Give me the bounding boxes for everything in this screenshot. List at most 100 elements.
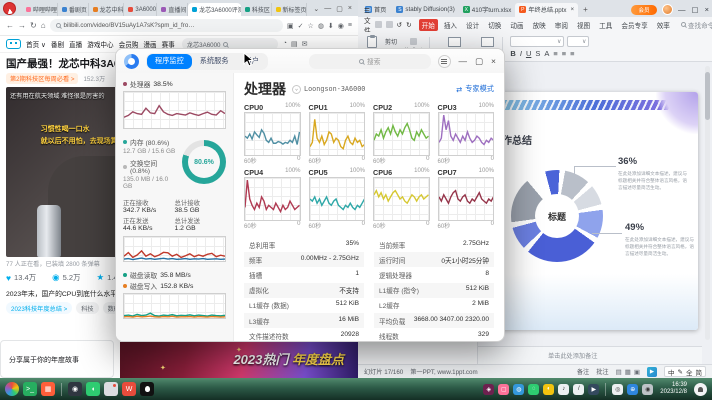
sidebar-network-block[interactable]: 正在接收342.7 KB/s总计接收38.5 GB正在发送44.6 KB/s总计… <box>123 198 226 234</box>
home-icon[interactable]: ⌂ <box>41 21 46 30</box>
browser-tab[interactable]: 新标签页 <box>272 3 308 16</box>
monitor-tab-0[interactable]: 程序监控 <box>147 54 192 69</box>
ribbon-tab-9[interactable]: 会员专享 <box>618 19 650 31</box>
toolbar-icon[interactable]: ≡ <box>348 22 352 30</box>
tag-item[interactable]: 科技 <box>76 302 98 314</box>
browser-tray-icon[interactable]: ◍ <box>513 384 524 395</box>
camera-app-icon[interactable]: ◉ <box>68 382 82 396</box>
redo-icon[interactable]: ↻ <box>406 21 412 29</box>
sidebar-disk-read[interactable]: 磁盘读取 35.8 MB/s <box>123 270 226 280</box>
save-icon[interactable] <box>375 21 382 28</box>
notes-pane[interactable]: 单击此处添加备注 <box>478 346 702 364</box>
energy-tray-icon[interactable]: ◐ <box>543 384 554 395</box>
maximize-button[interactable]: ▢ <box>475 56 483 67</box>
wps-icon[interactable]: W <box>122 382 136 396</box>
format-s-button[interactable]: S <box>535 49 540 58</box>
ribbon-tab-8[interactable]: 工具 <box>596 19 615 31</box>
wechat-icon[interactable]: ◖ <box>86 382 100 396</box>
notification-bell-icon[interactable] <box>694 383 707 396</box>
maximize-button[interactable]: ▢ <box>336 5 343 13</box>
header-icon[interactable]: ✉ <box>302 40 308 48</box>
ribbon-tab-3[interactable]: 切换 <box>485 19 504 31</box>
sidebar-cpu-row[interactable]: 处理器 38.5% <box>123 79 226 89</box>
toolbar-icon[interactable]: ⬇ <box>328 22 334 30</box>
address-bar[interactable]: bilibili.com/video/BV15uAy1A7sK?spm_id_f… <box>50 19 283 32</box>
ribbon-tab-7[interactable]: 视图 <box>574 19 593 31</box>
maximize-button[interactable]: ▢ <box>692 5 699 14</box>
browser-tab[interactable]: 番剧页 <box>58 3 89 16</box>
header-icon[interactable]: ◔ <box>283 40 287 48</box>
wps-doc-tab[interactable]: P年终总结.pptx× <box>515 3 578 17</box>
browser-tab[interactable]: 科技区 <box>241 3 272 16</box>
reload-icon[interactable]: ↻ <box>30 21 37 30</box>
bilibili-nav-item[interactable]: 番剧 <box>51 39 64 49</box>
bilibili-tray-icon[interactable]: ▢ <box>498 384 509 395</box>
ribbon-tab-5[interactable]: 放映 <box>530 19 549 31</box>
forward-icon[interactable]: → <box>18 21 26 30</box>
browser-tab[interactable]: 哔哩哔哩 <box>22 3 58 16</box>
wps-doc-tab[interactable]: Sstably Diffusion(3) <box>392 3 458 17</box>
minimize-button[interactable]: — <box>678 5 686 14</box>
linux-tux-icon[interactable] <box>140 382 154 396</box>
magnifier-tray-icon[interactable]: ◎ <box>612 384 623 395</box>
taskbar-clock[interactable]: 16:39 2023/12/8 <box>660 382 687 397</box>
align-button[interactable]: ≡ <box>553 49 557 58</box>
scrollbar-thumb[interactable] <box>705 72 710 120</box>
like-button[interactable]: ♥13.4万 <box>6 272 36 283</box>
launcher-icon[interactable] <box>5 382 19 396</box>
format-a-button[interactable]: A <box>544 49 549 58</box>
wechat-tray-icon[interactable]: ◌ <box>528 384 539 395</box>
ribbon-tab-10[interactable]: 效率 <box>654 19 673 31</box>
view-mode-icon[interactable]: ▦ <box>625 368 631 376</box>
menu-icon[interactable] <box>438 55 451 68</box>
cpu-model-chip[interactable]: ⌄ Loongson-3A6000 <box>292 85 365 94</box>
browser-tab[interactable]: 直播间 <box>157 3 188 16</box>
input-method-bar[interactable]: 中✎全简 <box>664 366 706 377</box>
toolbar-icon[interactable]: ▣ <box>287 22 294 30</box>
ribbon-tab-0[interactable]: 开始 <box>419 19 438 31</box>
back-icon[interactable]: ← <box>6 21 14 30</box>
screen-recorder-icon[interactable] <box>104 382 118 396</box>
bilibili-nav-item[interactable]: 游戏中心 <box>87 39 113 49</box>
expert-mode-toggle[interactable]: ⇄ 专家模式 <box>456 84 494 94</box>
site-info-icon[interactable] <box>56 23 61 28</box>
notes-toggle[interactable]: 备注 <box>577 367 589 376</box>
font-size-select[interactable]: ∨ <box>567 36 589 47</box>
ribbon-tab-6[interactable]: 审阅 <box>552 19 571 31</box>
slide[interactable]: 工作总结 标题 36% 在此处添加详细文本描述，建议与标题相关并符合整体语言风格… <box>488 92 698 330</box>
format-u-button[interactable]: U <box>526 49 531 58</box>
align-button[interactable]: ≡ <box>562 49 566 58</box>
avatar[interactable] <box>662 4 673 15</box>
new-document-tab-button[interactable]: + <box>580 5 591 14</box>
volume-tray-icon[interactable]: ♪ <box>558 384 569 395</box>
wps-doc-tab[interactable]: X410字turn.xlsx <box>459 3 516 17</box>
close-button[interactable]: × <box>348 5 352 13</box>
close-button[interactable]: × <box>491 56 496 67</box>
browser-tab[interactable]: 龙芯中科 <box>89 3 125 16</box>
browser-logo-icon[interactable] <box>3 2 16 15</box>
pen-tray-icon[interactable]: / <box>573 384 584 395</box>
tag-activity[interactable]: 2023科技年度总结 > <box>6 302 72 314</box>
bilibili-logo-icon[interactable] <box>6 39 21 49</box>
bilibili-nav-item[interactable]: 直播 <box>69 39 82 49</box>
comments-toggle[interactable]: 批注 <box>596 367 608 376</box>
toolbar-icon[interactable]: ✓ <box>298 22 304 30</box>
coin-button[interactable]: ◉5.2万 <box>52 272 80 283</box>
sidebar-disk-write[interactable]: 磁盘写入 152.8 KB/s <box>123 281 226 291</box>
format-b-button[interactable]: B <box>510 49 515 58</box>
print-icon[interactable] <box>386 21 393 28</box>
close-button[interactable]: × <box>705 5 709 14</box>
ribbon-tab-1[interactable]: 插入 <box>441 19 460 31</box>
member-button[interactable]: 会员 <box>631 5 657 15</box>
format-i-button[interactable]: I <box>520 49 522 58</box>
voice-tray-icon[interactable]: ◈ <box>483 384 494 395</box>
toolbar-icon[interactable]: ◉ <box>338 22 344 30</box>
minimize-button[interactable]: — <box>324 5 331 13</box>
header-icon[interactable]: ▤ <box>291 40 298 48</box>
undo-icon[interactable]: ↺ <box>397 21 403 29</box>
sidebar-memory-block[interactable]: 内存 (80.6%) 12.7 GB / 15.6 GB 交换空间 (0.8%)… <box>123 137 226 190</box>
slideshow-play-button[interactable]: ▶ <box>647 367 657 377</box>
terminal-icon[interactable]: >_ <box>23 382 37 396</box>
hot-rank-badge[interactable]: 第2期科技区每周必看 > <box>6 73 78 84</box>
network-tray-icon[interactable]: ⊕ <box>627 384 638 395</box>
